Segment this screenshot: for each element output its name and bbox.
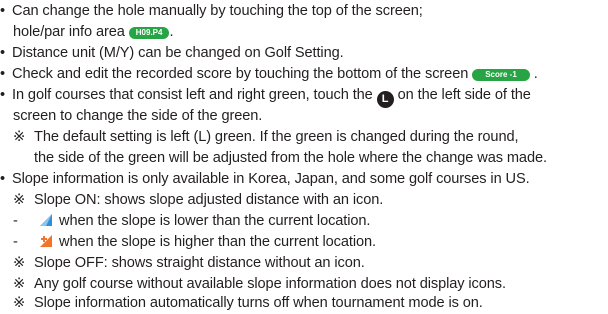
bullet-symbol: • — [0, 3, 6, 19]
note-symbol: ※ — [13, 129, 26, 145]
bullet-score-edit: • Check and edit the recorded score by to… — [0, 64, 538, 85]
note-symbol: ※ — [13, 276, 26, 292]
bullet-slope-info: • Slope information is only available in … — [0, 169, 530, 190]
lr-green-icon: L — [376, 91, 394, 108]
dash-symbol: - — [13, 213, 18, 229]
bullet-text: In golf courses that consist left and ri… — [12, 87, 373, 103]
note-text: Slope ON: shows slope adjusted distance … — [34, 192, 384, 208]
bullet-text: screen to change the side of the green. — [13, 108, 263, 124]
bullet-hole-change: • Can change the hole manually by touchin… — [0, 1, 423, 22]
score-pill: Score -1 — [472, 69, 530, 81]
note-no-slope: ※ Any golf course without available slope… — [0, 274, 506, 295]
note-symbol: ※ — [13, 255, 26, 271]
hole-par-pill: H09.P4 — [128, 27, 170, 39]
note-text: Any golf course without available slope … — [34, 276, 506, 292]
slope-up-icon — [40, 235, 52, 247]
period: . — [169, 24, 174, 40]
bullet-symbol: • — [0, 66, 6, 82]
bullet-text: Slope information is only available in K… — [12, 171, 530, 187]
note-slope-off: ※ Slope OFF: shows straight distance with… — [0, 253, 365, 274]
note-default-green: ※ The default setting is left (L) green. … — [0, 127, 519, 148]
note-text: The default setting is left (L) green. I… — [34, 129, 519, 145]
document: • Can change the hole manually by touchin… — [0, 0, 608, 311]
slope-higher-item: - when the slope is higher than the curre… — [0, 232, 376, 253]
bullet-distance-unit: • Distance unit (M/Y) can be changed on G… — [0, 43, 344, 64]
bullet-text: Check and edit the recorded score by tou… — [12, 66, 469, 82]
bullet-green-side: • In golf courses that consist left and r… — [0, 85, 531, 108]
note-default-green-cont: the side of the green will be adjusted f… — [0, 148, 547, 169]
slope-text: when the slope is higher than the curren… — [59, 234, 376, 250]
slope-lower-item: - when the slope is lower than the curren… — [0, 211, 370, 232]
slope-text: when the slope is lower than the current… — [59, 213, 371, 229]
bullet-text: Can change the hole manually by touching… — [12, 3, 423, 19]
note-symbol: ※ — [13, 295, 26, 311]
bullet-text: on the left side of the — [397, 87, 531, 103]
bullet-text: Distance unit (M/Y) can be changed on Go… — [12, 45, 344, 61]
slope-down-icon — [40, 214, 52, 226]
note-auto-off: ※ Slope information automatically turns o… — [0, 293, 483, 314]
note-text: the side of the green will be adjusted f… — [34, 150, 547, 166]
bullet-hole-change-cont: hole/par info area H09.P4. — [0, 22, 174, 43]
bullet-symbol: • — [0, 87, 6, 103]
note-text: Slope information automatically turns of… — [34, 295, 483, 311]
bullet-text: hole/par info area — [13, 24, 125, 40]
bullet-symbol: • — [0, 171, 6, 187]
period: . — [533, 66, 538, 82]
note-slope-on: ※ Slope ON: shows slope adjusted distance… — [0, 190, 383, 211]
bullet-symbol: • — [0, 45, 6, 61]
note-text: Slope OFF: shows straight distance witho… — [34, 255, 365, 271]
bullet-green-side-cont: screen to change the side of the green. — [0, 106, 262, 127]
note-symbol: ※ — [13, 192, 26, 208]
dash-symbol: - — [13, 234, 18, 250]
